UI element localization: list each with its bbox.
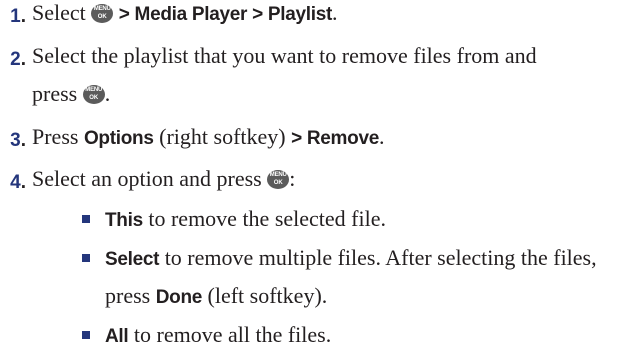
menu-ok-key-icon: MENU OK <box>91 4 114 23</box>
option-select-line2: press Done (left softkey). <box>105 283 328 308</box>
step-1-text: Select MENU OK > Media Player > Playlist. <box>32 0 338 25</box>
step-1-number: 1. <box>10 6 26 27</box>
step-3-number: 3. <box>10 130 26 151</box>
option-this: This to remove the selected file. <box>105 206 386 231</box>
step-3-text: Press Options (right softkey) > Remove. <box>32 124 385 149</box>
step-4-number: 4. <box>10 172 26 193</box>
bullet-marker <box>82 215 90 223</box>
bullet-marker <box>82 254 90 262</box>
step-4-text: Select an option and press MENU OK: <box>32 166 296 191</box>
option-all: All to remove all the files. <box>105 322 332 347</box>
option-select-line1: Select to remove multiple files. After s… <box>105 245 597 270</box>
step-2-number: 2. <box>10 49 26 70</box>
step-2-text-line2: press MENU OK. <box>32 81 111 106</box>
bullet-marker <box>82 331 90 339</box>
step-2-text-line1: Select the playlist that you want to rem… <box>32 43 537 68</box>
menu-ok-key-icon: MENU OK <box>267 170 290 189</box>
menu-ok-key-icon: MENU OK <box>82 85 105 104</box>
